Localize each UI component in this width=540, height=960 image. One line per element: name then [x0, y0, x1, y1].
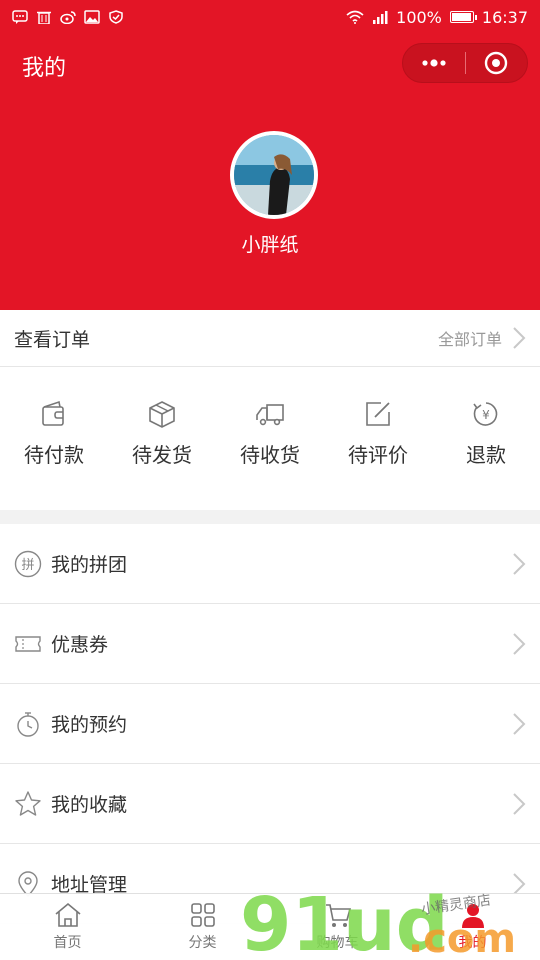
- bottom-tab-bar: 首页 分类 购物车 我的: [0, 893, 540, 960]
- close-miniprogram-button[interactable]: [465, 43, 527, 83]
- order-status-pending-receipt[interactable]: 待收货: [216, 367, 324, 510]
- tab-category[interactable]: 分类: [135, 894, 270, 960]
- message-icon: [12, 10, 28, 24]
- order-status-label: 待发货: [132, 443, 192, 467]
- tab-label: 首页: [53, 935, 82, 951]
- svg-text:¥: ¥: [482, 408, 490, 422]
- image-icon: [84, 10, 100, 24]
- orders-header: 查看订单 全部订单: [0, 310, 540, 367]
- more-dots-icon: [422, 59, 446, 67]
- edit-icon: [363, 399, 393, 429]
- orders-title: 查看订单: [14, 328, 91, 351]
- tab-cart[interactable]: 购物车: [270, 894, 405, 960]
- battery-percent: 100%: [396, 7, 442, 27]
- chevron-right-icon: [512, 552, 526, 576]
- trash-icon: [36, 10, 52, 24]
- order-status-label: 退款: [466, 443, 506, 467]
- chevron-right-icon: [512, 792, 526, 816]
- stopwatch-icon: [14, 710, 42, 738]
- order-status-pending-shipment[interactable]: 待发货: [108, 367, 216, 510]
- battery-fill: [451, 13, 471, 21]
- profile-menu: 拼 我的拼团 优惠券 我的预约 我的收藏 地址管理: [0, 524, 540, 924]
- menu-item-group-buy[interactable]: 拼 我的拼团: [0, 524, 540, 604]
- tab-label: 分类: [188, 935, 217, 951]
- weibo-icon: [60, 10, 76, 24]
- more-button[interactable]: [403, 43, 465, 83]
- user-icon: [458, 900, 488, 930]
- truck-icon: [255, 399, 285, 429]
- battery-icon: [449, 11, 477, 23]
- chevron-right-icon: [512, 712, 526, 736]
- page-title: 我的: [22, 56, 67, 81]
- avatar[interactable]: [230, 131, 318, 219]
- profile-header: 我的 小胖纸: [0, 34, 540, 310]
- tab-mine[interactable]: 我的: [405, 894, 540, 960]
- menu-item-label: 我的收藏: [51, 794, 128, 816]
- coupon-icon: [14, 630, 42, 658]
- category-icon: [188, 900, 218, 930]
- order-status-label: 待付款: [24, 443, 84, 467]
- group-buy-badge-text: 拼: [21, 558, 34, 573]
- clock: 16:37: [481, 7, 528, 27]
- order-status-pending-payment[interactable]: 待付款: [0, 367, 108, 510]
- chevron-right-icon: [512, 872, 526, 896]
- refund-icon: ¥: [471, 399, 501, 429]
- group-buy-icon: 拼: [14, 550, 42, 578]
- order-status-row: 待付款 待发货 待收货 待评价 ¥ 退款: [0, 367, 540, 510]
- system-status: 100% 16:37: [346, 8, 528, 27]
- miniprogram-capsule: [402, 43, 528, 83]
- signal-icon: [372, 10, 388, 24]
- tab-home[interactable]: 首页: [0, 894, 135, 960]
- shield-icon: [108, 10, 124, 24]
- tab-label: 我的: [458, 935, 487, 951]
- box-icon: [147, 399, 177, 429]
- star-icon: [14, 790, 42, 818]
- wifi-icon: [346, 10, 364, 24]
- menu-item-coupons[interactable]: 优惠券: [0, 604, 540, 684]
- username: 小胖纸: [241, 234, 299, 256]
- cart-icon: [323, 900, 353, 930]
- menu-item-label: 优惠券: [51, 634, 109, 656]
- chevron-right-icon: [512, 632, 526, 656]
- order-status-label: 待收货: [240, 443, 300, 467]
- menu-item-label: 我的预约: [51, 714, 128, 736]
- order-status-pending-review[interactable]: 待评价: [324, 367, 432, 510]
- home-icon: [53, 900, 83, 930]
- chevron-right-icon: [512, 326, 526, 350]
- order-status-label: 待评价: [348, 443, 408, 467]
- target-close-icon: [485, 51, 508, 75]
- all-orders-link[interactable]: 全部订单: [438, 326, 526, 350]
- status-bar: 100% 16:37: [0, 0, 540, 34]
- menu-item-favorites[interactable]: 我的收藏: [0, 764, 540, 844]
- tab-label: 购物车: [316, 935, 359, 951]
- order-status-refund[interactable]: ¥ 退款: [432, 367, 540, 510]
- all-orders-label: 全部订单: [437, 330, 502, 349]
- menu-item-reservations[interactable]: 我的预约: [0, 684, 540, 764]
- notification-icons: [12, 10, 124, 24]
- menu-item-label: 我的拼团: [51, 554, 128, 576]
- wallet-icon: [39, 399, 69, 429]
